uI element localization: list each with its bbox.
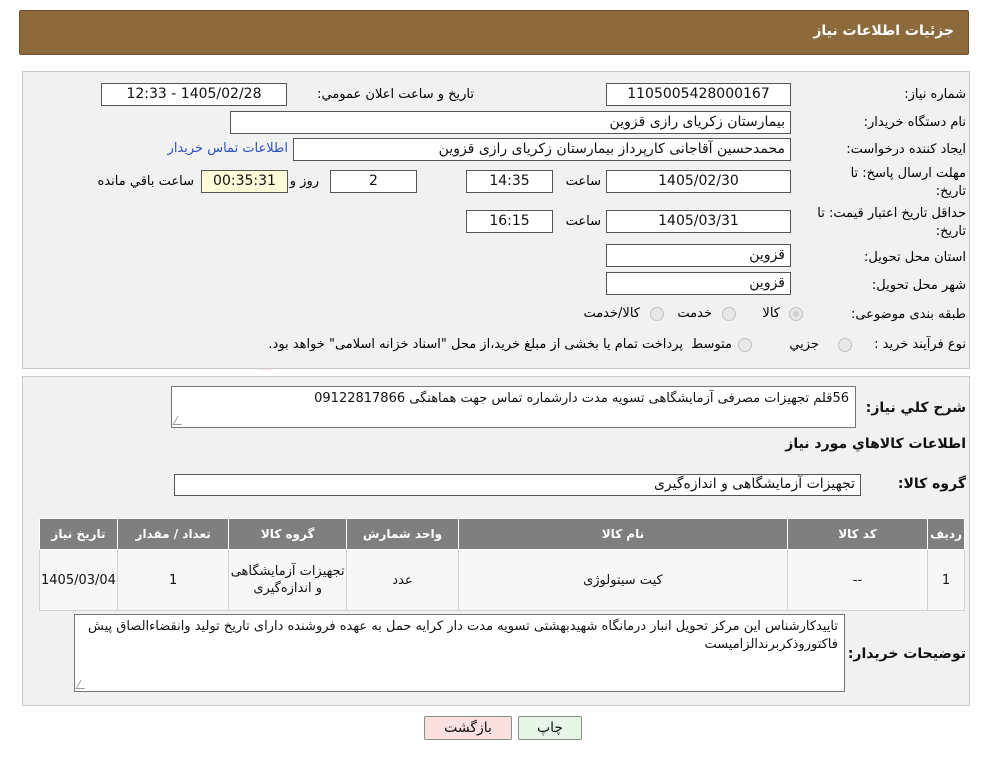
cell-row-number: 1 (927, 549, 965, 611)
deadline-date-field: 1405/02/30 (606, 170, 791, 193)
summary-text: 56قلم تجهیزات مصرفی آزمایشگاهی تسویه مدت… (314, 391, 849, 406)
validity-time-label: ساعت (565, 214, 601, 229)
buyer-notes-label: توضيحات خريدار: (847, 646, 966, 662)
cell-item-code: -- (786, 549, 929, 611)
items-table: رديف كد كالا نام كالا واحد شمارش گروه كا… (39, 518, 965, 611)
deadline-label-line2: تاريخ: (935, 184, 966, 199)
validity-time-field: 16:15 (466, 210, 553, 233)
deadline-time-field: 14:35 (466, 170, 553, 193)
resize-grip-icon[interactable] (75, 680, 90, 689)
process-small-label: جزيي (789, 337, 819, 352)
category-service-label: خدمت (677, 306, 712, 321)
category-goods-service-radio[interactable] (650, 307, 664, 321)
buyer-notes-textarea: تاییدکارشناس این مرکز تحویل انبار درمانگ… (74, 614, 845, 692)
process-small-radio[interactable] (838, 338, 852, 352)
buyer-contact-link[interactable]: اطلاعات تماس خريدار (168, 141, 288, 156)
table-header-row: رديف كد كالا نام كالا واحد شمارش گروه كا… (39, 518, 965, 550)
cell-need-date: 1405/03/04 (39, 549, 118, 611)
announce-datetime-label: تاریخ و ساعت اعلان عمومي: (317, 87, 474, 102)
creator-field: محمدحسین آقاجانی کارپرداز بیمارستان زکری… (293, 138, 791, 161)
page-header: جزئیات اطلاعات نیاز (19, 10, 969, 55)
buyer-notes-text: تاییدکارشناس این مرکز تحویل انبار درمانگ… (88, 619, 838, 652)
category-service-radio[interactable] (722, 307, 736, 321)
remaining-time-label: ساعت باقي مانده (97, 174, 194, 189)
header-item-name: نام كالا (458, 518, 788, 550)
summary-textarea: 56قلم تجهیزات مصرفی آزمایشگاهی تسویه مدت… (171, 386, 856, 428)
validity-label-line2: تاريخ: (935, 224, 966, 239)
summary-label: شرح كلي نياز: (865, 400, 966, 416)
process-note: پرداخت تمام يا بخشی از مبلغ خريد،از محل … (268, 337, 683, 352)
need-number-field: 1105005428000167 (606, 83, 791, 106)
need-number-label: شماره نیاز: (904, 87, 966, 102)
buyer-org-field: بیمارستان زکریای رازی قزوین (230, 111, 791, 134)
header-row-number: رديف (927, 518, 965, 550)
remaining-time-field: 00:35:31 (201, 170, 288, 193)
header-quantity: تعداد / مقدار (116, 518, 230, 550)
table-row: 1 -- کیت سیتولوژی عدد تجهیزات آزمایشگاهی… (39, 549, 965, 611)
deadline-time-label: ساعت (565, 174, 601, 189)
city-label: شهر محل تحويل: (871, 278, 966, 293)
cell-unit: عدد (345, 549, 460, 611)
resize-grip-icon[interactable] (172, 416, 187, 425)
announce-datetime-field: 1405/02/28 - 12:33 (101, 83, 287, 106)
validity-date-field: 1405/03/31 (606, 210, 791, 233)
header-goods-group: گروه كالا (228, 518, 347, 550)
back-button[interactable]: بازگشت (424, 716, 512, 740)
province-field: قزوین (606, 244, 791, 267)
header-item-code: كد كالا (786, 518, 929, 550)
header-unit: واحد شمارش (345, 518, 460, 550)
cell-goods-group: تجهیزات آزمایشگاهی و اندازه‌گیری (228, 549, 347, 611)
days-label: روز و (289, 174, 319, 189)
cell-item-name: کیت سیتولوژی (458, 549, 788, 611)
deadline-label-line1: مهلت ارسال پاسخ: تا (850, 166, 966, 181)
goods-group-label: گروه كالا: (897, 476, 966, 492)
category-goods-label: كالا (762, 306, 780, 321)
header-need-date: تاريخ نياز (39, 518, 118, 550)
items-section-title: اطلاعات كالاهاي مورد نياز (785, 436, 966, 452)
process-medium-radio[interactable] (738, 338, 752, 352)
cell-quantity: 1 (116, 549, 230, 611)
buyer-org-label: نام دستگاه خريدار: (863, 115, 966, 130)
category-goods-radio[interactable] (789, 307, 803, 321)
category-goods-service-label: كالا/خدمت (583, 306, 640, 321)
process-medium-label: متوسط (691, 337, 732, 352)
page-title: جزئیات اطلاعات نیاز (813, 23, 954, 39)
print-button[interactable]: چاپ (518, 716, 582, 740)
goods-group-field: تجهیزات آزمایشگاهی و اندازه‌گیری (174, 474, 861, 496)
process-type-label: نوع فرآيند خريد : (874, 337, 966, 352)
validity-label-line1: حداقل تاريخ اعتبار قيمت: تا (817, 206, 966, 221)
province-label: استان محل تحويل: (864, 250, 966, 265)
city-field: قزوین (606, 272, 791, 295)
category-label: طبقه بندی موضوعی: (850, 307, 966, 322)
creator-label: ايجاد كننده درخواست: (846, 142, 966, 157)
remaining-days-field: 2 (330, 170, 417, 193)
